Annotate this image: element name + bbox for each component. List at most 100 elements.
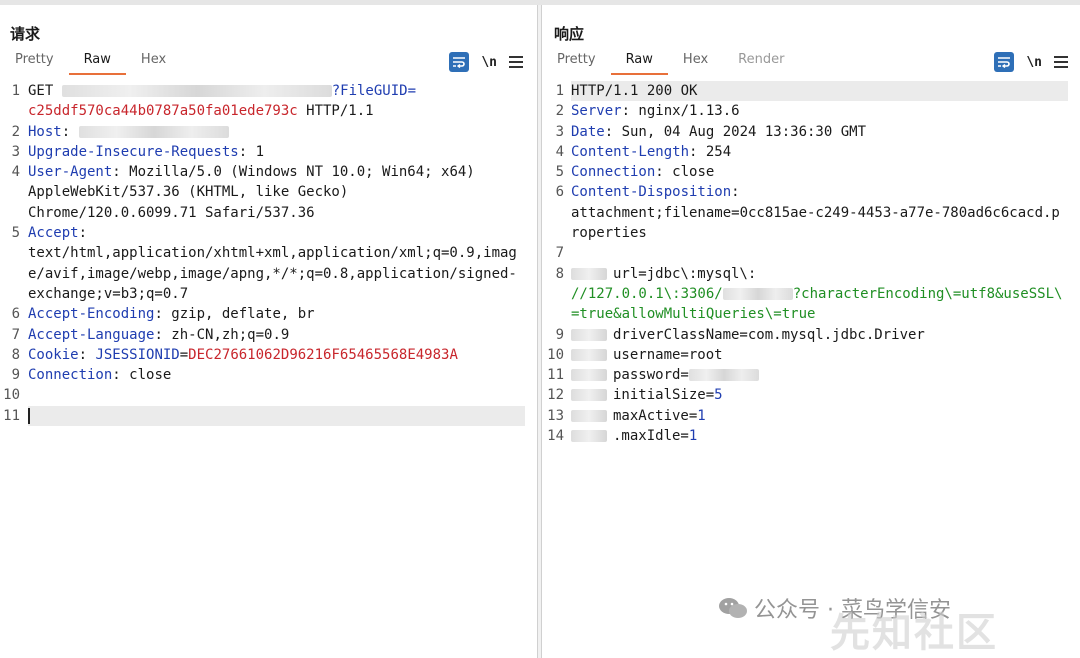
line-number: 6 bbox=[11, 306, 20, 323]
show-newlines-button[interactable]: \n bbox=[481, 55, 497, 70]
redacted-text bbox=[571, 369, 607, 382]
code-line: 3 Date: Sun, 04 Aug 2024 13:36:30 GMT bbox=[542, 122, 1080, 142]
code-line: =true&allowMultiQueries\=true bbox=[542, 304, 1080, 324]
line-number: 9 bbox=[11, 367, 20, 384]
code-text: HTTP/1.1 bbox=[297, 103, 374, 120]
header-name: JSESSIONID bbox=[95, 346, 180, 363]
line-number: 3 bbox=[555, 123, 564, 140]
redacted-text bbox=[78, 125, 229, 138]
code-text: : gzip, deflate, br bbox=[154, 306, 315, 323]
line-number: 14 bbox=[547, 428, 564, 445]
show-newlines-button[interactable]: \n bbox=[1026, 55, 1042, 70]
tab-raw[interactable]: Raw bbox=[610, 49, 669, 77]
word-wrap-button[interactable] bbox=[449, 52, 470, 72]
line-number: 2 bbox=[11, 123, 20, 140]
redacted-text bbox=[722, 287, 793, 300]
code-text: : bbox=[731, 184, 740, 201]
tab-raw[interactable]: Raw bbox=[68, 49, 127, 77]
header-name: Content-Length bbox=[571, 143, 690, 160]
header-name: Accept bbox=[28, 225, 79, 242]
code-line: roperties bbox=[542, 223, 1080, 243]
code-line: 6 Content-Disposition: bbox=[542, 182, 1080, 202]
request-toolbar: \n bbox=[449, 51, 523, 73]
code-text: : nginx/1.13.6 bbox=[621, 103, 740, 120]
code-line: 7 Accept-Language: zh-CN,zh;q=0.9 bbox=[0, 325, 537, 345]
code-text: text/html,application/xhtml+xml,applicat… bbox=[28, 245, 517, 262]
line-number: 10 bbox=[547, 346, 564, 363]
code-line: exchange;v=b3;q=0.7 bbox=[0, 284, 537, 304]
word-wrap-button[interactable] bbox=[994, 52, 1015, 72]
code-line: c25ddf570ca44b0787a50fa01ede793c HTTP/1.… bbox=[0, 101, 537, 121]
code-line: AppleWebKit/537.36 (KHTML, like Gecko) bbox=[0, 182, 537, 202]
line-number: 4 bbox=[11, 164, 20, 181]
line-number: 9 bbox=[555, 326, 564, 343]
code-text: 1 bbox=[688, 428, 698, 445]
code-text: : close bbox=[655, 164, 715, 181]
request-pane: 请求 Pretty Raw Hex \n 1 GET ?FileGUID= c25ddf… bbox=[0, 5, 538, 658]
tab-pretty[interactable]: Pretty bbox=[542, 49, 611, 77]
code-text: : bbox=[78, 346, 96, 363]
header-name: Upgrade-Insecure-Requests bbox=[28, 143, 239, 160]
code-line: 9 driverClassName=com.mysql.jdbc.Driver bbox=[542, 325, 1080, 345]
request-tabs: Pretty Raw Hex bbox=[0, 49, 181, 77]
code-line: 2 Server: nginx/1.13.6 bbox=[542, 101, 1080, 121]
code-text: roperties bbox=[571, 225, 647, 242]
code-line: 4 Content-Length: 254 bbox=[542, 142, 1080, 162]
code-line: 12 initialSize=5 bbox=[542, 385, 1080, 405]
code-line: 3 Upgrade-Insecure-Requests: 1 bbox=[0, 142, 537, 162]
code-line: 2 Host: bbox=[0, 122, 537, 142]
redacted-text bbox=[571, 328, 607, 341]
code-text: Chrome/120.0.6099.71 Safari/537.36 bbox=[28, 204, 315, 221]
code-text: : 254 bbox=[689, 143, 732, 160]
header-name: Cookie bbox=[28, 346, 79, 363]
menu-icon[interactable] bbox=[1054, 56, 1068, 68]
code-line: 8 url=jdbc\:mysql\: bbox=[542, 264, 1080, 284]
tab-pretty[interactable]: Pretty bbox=[0, 49, 69, 77]
code-text: : bbox=[78, 225, 88, 242]
line-number: 11 bbox=[547, 367, 564, 384]
code-text: : Sun, 04 Aug 2024 13:36:30 GMT bbox=[604, 123, 867, 140]
code-text: GET bbox=[28, 83, 62, 99]
code-text: =true&allowMultiQueries\=true bbox=[571, 306, 816, 323]
response-editor[interactable]: 1 HTTP/1.1 200 OK 2 Server: nginx/1.13.6 3 Da… bbox=[542, 81, 1080, 446]
code-line: 13 maxActive=1 bbox=[542, 406, 1080, 426]
code-text: e/avif,image/webp,image/apng,*/*;q=0.8,a… bbox=[28, 265, 517, 282]
line-number: 1 bbox=[11, 83, 20, 99]
response-title: 响应 bbox=[554, 25, 585, 43]
tab-hex[interactable]: Hex bbox=[126, 49, 181, 77]
line-number: 5 bbox=[555, 164, 564, 181]
code-text: ?characterEncoding\=utf8&useSSL\ bbox=[792, 285, 1063, 302]
line-number: 11 bbox=[3, 407, 20, 424]
redacted-text bbox=[571, 267, 607, 280]
tab-render[interactable]: Render bbox=[723, 49, 799, 77]
tab-hex[interactable]: Hex bbox=[668, 49, 723, 77]
line-number: 10 bbox=[3, 387, 20, 404]
code-line: e/avif,image/webp,image/apng,*/*;q=0.8,a… bbox=[0, 264, 537, 284]
code-line: 1 GET ?FileGUID= bbox=[0, 81, 537, 101]
redacted-text bbox=[571, 430, 607, 443]
code-text: : Mozilla/5.0 (Windows NT 10.0; Win64; x… bbox=[112, 164, 475, 181]
line-number: 7 bbox=[555, 245, 564, 262]
redacted-text bbox=[61, 85, 332, 97]
redacted-text bbox=[571, 409, 607, 422]
header-name: Host bbox=[28, 123, 62, 140]
code-line: 11 bbox=[0, 405, 537, 427]
menu-icon[interactable] bbox=[509, 56, 523, 68]
line-number: 7 bbox=[11, 326, 20, 343]
code-text: HTTP/1.1 200 OK bbox=[571, 83, 698, 99]
code-text: username=root bbox=[613, 346, 723, 363]
header-name: Content-Disposition bbox=[571, 184, 732, 201]
text-cursor bbox=[28, 407, 30, 424]
header-name: Accept-Language bbox=[28, 326, 155, 343]
redacted-text bbox=[571, 348, 607, 361]
code-line: 4 User-Agent: Mozilla/5.0 (Windows NT 10.… bbox=[0, 162, 537, 182]
request-editor[interactable]: 1 GET ?FileGUID= c25ddf570ca44b0787a50fa01… bbox=[0, 81, 537, 427]
code-text: exchange;v=b3;q=0.7 bbox=[28, 285, 189, 302]
code-text: 1 bbox=[697, 407, 706, 424]
code-text: maxActive= bbox=[613, 407, 698, 424]
header-name: Connection bbox=[571, 164, 656, 181]
code-line: 1 HTTP/1.1 200 OK bbox=[542, 81, 1080, 102]
redacted-text bbox=[571, 389, 607, 402]
code-text: //127.0.0.1\:3306/ bbox=[571, 285, 723, 302]
redacted-text bbox=[688, 369, 759, 382]
